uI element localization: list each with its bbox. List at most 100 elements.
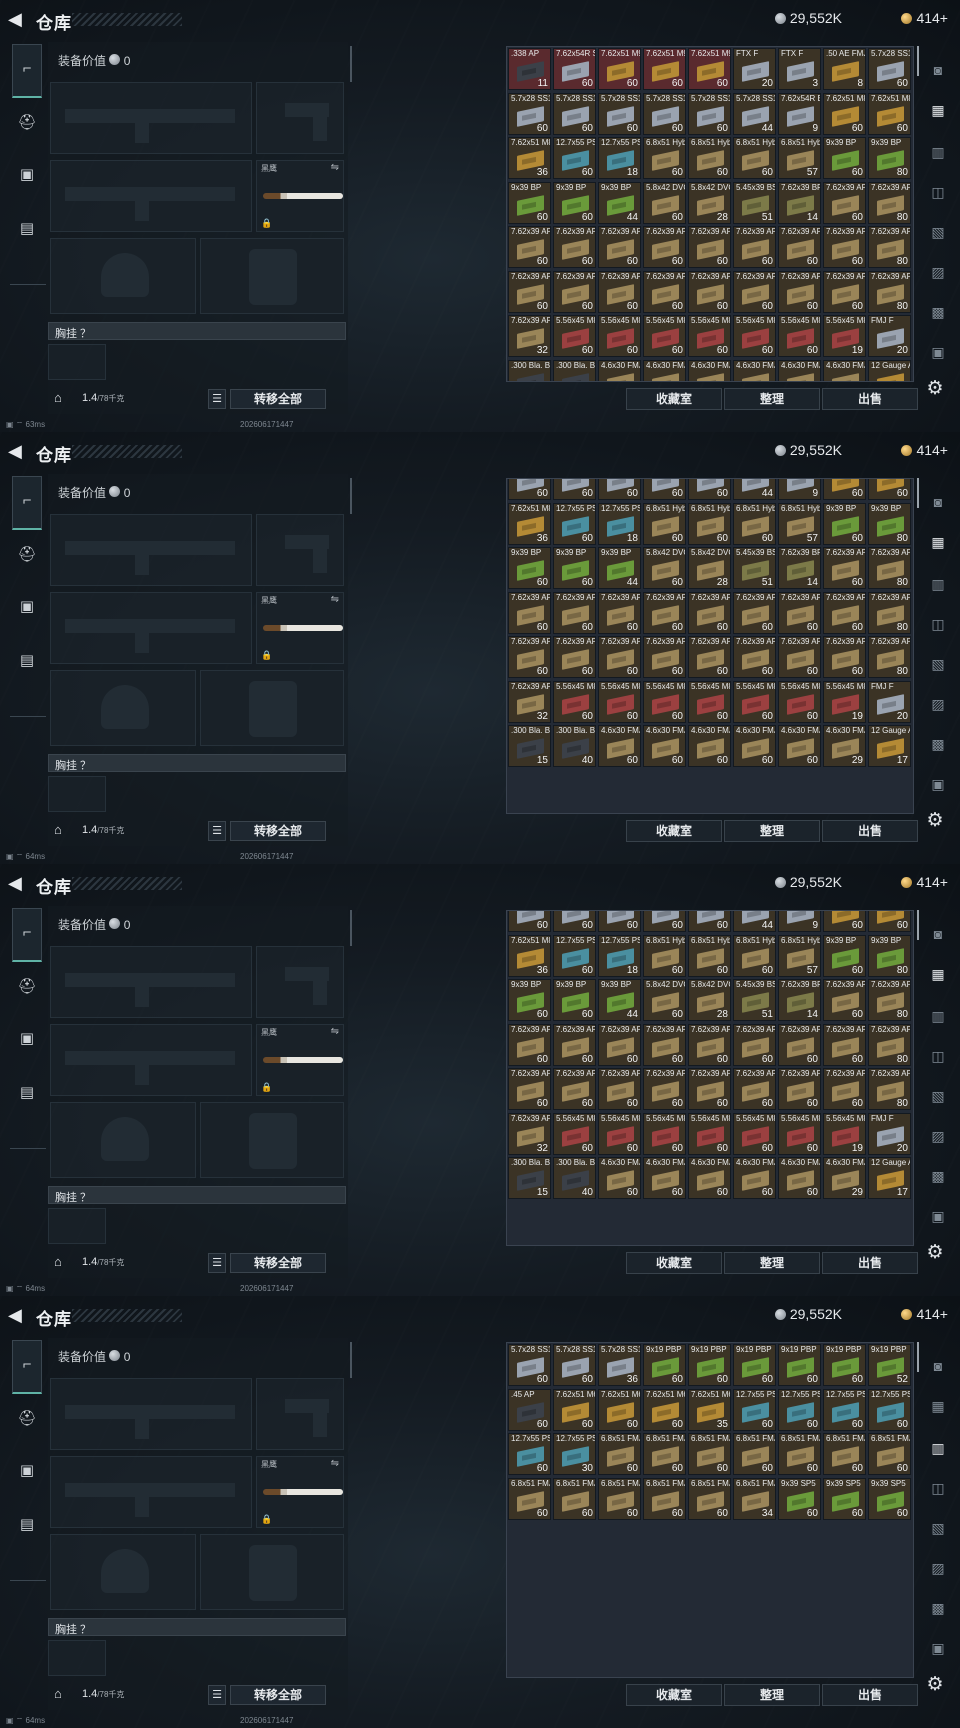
ammo-tile[interactable]: 7.62x39 AP 60 xyxy=(688,1068,731,1110)
ammo-tile[interactable]: 4.6x30 FMJ SX 60 xyxy=(643,1157,686,1199)
ammo-tile[interactable]: 6.8x51 Hybrid 60 xyxy=(643,934,686,977)
ammo-tile[interactable]: 7.62x39 AP 60 xyxy=(598,591,641,634)
ammo-tile[interactable]: 7.62x39 AP 32 xyxy=(508,680,551,723)
ammo-tile[interactable]: 7.62x39 AP 60 xyxy=(508,1023,551,1066)
ammo-tile[interactable]: .338 AP 11 xyxy=(508,48,551,90)
ammo-tile[interactable]: FMJ F 20 xyxy=(868,315,911,357)
ammo-tile[interactable]: 7.62x39 AP 60 xyxy=(823,181,866,224)
sell-button[interactable]: 出售 xyxy=(822,820,918,842)
ammo-tile[interactable]: 6.8x51 Hybrid 57 xyxy=(778,502,821,545)
ammo-tile[interactable]: 5.7x28 SS19060 xyxy=(598,911,641,932)
knife-item[interactable] xyxy=(263,1057,343,1063)
ammo-tile[interactable]: 5.7x28 SS19060 xyxy=(553,479,596,500)
helmet-icon[interactable]: ⛑ xyxy=(14,110,40,136)
ammo-tile[interactable]: 6.8x51 Hybrid 57 xyxy=(778,934,821,977)
medical-icon[interactable]: ▩ xyxy=(924,1594,952,1622)
ammo-tile[interactable]: 7.62x39 AP 60 xyxy=(778,270,821,313)
ammo-tile[interactable]: 7.62x39 AP 60 xyxy=(733,1068,776,1110)
tool-icon[interactable]: ▧ xyxy=(924,650,952,678)
ammo-tile[interactable]: 4.6x30 FMJ SX 29 xyxy=(823,725,866,767)
ammo-tile[interactable]: 5.7x28 SS19060 xyxy=(688,911,731,932)
organize-button[interactable]: 整理 xyxy=(724,388,820,410)
ammo-tile[interactable]: 5.56x45 M855 60 xyxy=(688,1112,731,1155)
ammo-tile[interactable]: 4.6x30 FMJ SX 60 xyxy=(733,1157,776,1199)
ammo-tile[interactable]: .300 Bla. BCP FMJ40 xyxy=(553,1157,596,1199)
ammo-tile[interactable]: 12.7x55 PS12B 18 xyxy=(598,934,641,977)
ammo-tile[interactable]: 7.62x51 M80 36 xyxy=(508,137,551,179)
ammo-tile[interactable]: 6.8x51 Hybrid 60 xyxy=(643,137,686,179)
ammo-tile[interactable]: 5.56x45 M855 60 xyxy=(643,680,686,723)
secondary-weapon-slot[interactable] xyxy=(50,1456,252,1528)
ammo-tile[interactable]: 9x19 PBP 60 xyxy=(778,1344,821,1386)
ammo-tile[interactable]: 7.62x39 AP 60 xyxy=(643,1023,686,1066)
collection-button[interactable]: 收藏室 xyxy=(626,820,722,842)
ammo-tile[interactable]: 12.7x55 PS12B 18 xyxy=(598,502,641,545)
ammo-tile[interactable]: 6.8x51 FMJ 60 xyxy=(553,1477,596,1520)
sell-button[interactable]: 出售 xyxy=(822,1684,918,1706)
grenade-icon[interactable]: ▥ xyxy=(924,1002,952,1030)
ammo-tile[interactable]: 5.45x39 BS 51 xyxy=(733,547,776,589)
ammo-tile[interactable]: 6.8x51 Hybrid 60 xyxy=(643,502,686,545)
backpack-icon[interactable]: ▣ xyxy=(14,594,40,620)
ammo-tile[interactable]: .50 AE FMJ 8 xyxy=(823,48,866,90)
pistol-icon[interactable]: ⌐ xyxy=(14,920,40,946)
ammo-tile[interactable]: 7.62x39 AP 60 xyxy=(823,636,866,678)
ammo-tile[interactable]: 9x19 PBP 60 xyxy=(688,1344,731,1386)
ammo-tile[interactable]: 7.62x39 AP 60 xyxy=(823,547,866,589)
ammo-tile[interactable]: 9x39 BP 60 xyxy=(823,137,866,179)
list-view-button[interactable]: ☰ xyxy=(208,1253,226,1273)
safe-icon[interactable]: ◙ xyxy=(924,56,952,84)
ammo-tile[interactable]: 7.62x39 AP 80 xyxy=(868,591,911,634)
secondary-weapon-slot[interactable] xyxy=(50,160,252,232)
ammo-tile[interactable]: 4.6x30 FMJ SX 60 xyxy=(778,725,821,767)
ammo-tile[interactable]: 7.62x39 AP 60 xyxy=(733,226,776,268)
ammo-tile[interactable]: 7.62x51 M61 35 xyxy=(688,1388,731,1431)
ammo-tile[interactable]: .300 Bla. BCP FMJ40 xyxy=(553,725,596,767)
storage-scrollbar[interactable] xyxy=(917,46,919,76)
ammo-tile[interactable]: 7.62x39 AP 60 xyxy=(643,1068,686,1110)
weapon-mod-icon[interactable]: ◫ xyxy=(924,1042,952,1070)
magazine-icon[interactable]: ▨ xyxy=(924,258,952,286)
ammo-tile[interactable]: 9x19 PBP 60 xyxy=(643,1344,686,1386)
ammo-tile[interactable]: 7.62x54R BT 9 xyxy=(778,92,821,135)
secondary-weapon-slot[interactable] xyxy=(50,1024,252,1096)
primary-weapon-slot[interactable] xyxy=(50,1378,252,1450)
ammo-tile[interactable]: 5.56x45 M855 60 xyxy=(688,680,731,723)
ammo-tile[interactable]: 6.8x51 FMJ 60 xyxy=(508,1477,551,1520)
ammo-tile[interactable]: 7.62x51 M8060 xyxy=(823,911,866,932)
briefcase-icon[interactable]: ▤ xyxy=(14,1512,40,1538)
knife-item[interactable] xyxy=(263,193,343,199)
chest-rig-slot[interactable] xyxy=(48,776,106,812)
ammo-tile[interactable]: 7.62x39 AP 60 xyxy=(823,226,866,268)
ammo-tile[interactable]: FMJ F 20 xyxy=(868,1112,911,1155)
ammo-tile[interactable]: 5.56x45 M855 60 xyxy=(778,1112,821,1155)
ammo-tile[interactable]: 7.62x39 AP 60 xyxy=(733,636,776,678)
list-view-button[interactable]: ☰ xyxy=(208,821,226,841)
ammo-tile[interactable]: 6.8x51 FMJ 60 xyxy=(643,1477,686,1520)
ammo-tile[interactable]: 7.62x51 M993 60 xyxy=(643,48,686,90)
ammo-tile[interactable]: 5.7x28 SS19060 xyxy=(868,48,911,90)
ammo-tile[interactable]: .300 Bla. BCP FMJ40 xyxy=(553,359,596,381)
knife-item[interactable] xyxy=(263,625,343,631)
ammo-tile[interactable]: 7.62x39 AP 60 xyxy=(778,591,821,634)
ammo-tile[interactable]: 12 Gauge AP-20 17 xyxy=(868,725,911,767)
ammo-tile[interactable]: 5.7x28 SS19060 xyxy=(598,479,641,500)
chest-rig-slot[interactable] xyxy=(48,1640,106,1676)
ammo-tile[interactable]: 5.56x45 M855 19 xyxy=(823,1112,866,1155)
backpack-icon[interactable]: ▣ xyxy=(14,1026,40,1052)
ammo-tile[interactable]: FMJ F 20 xyxy=(868,680,911,723)
pistol-slot[interactable] xyxy=(256,82,344,154)
scope-icon[interactable]: ▣ xyxy=(924,338,952,366)
transfer-all-button[interactable]: 转移全部 xyxy=(230,1685,326,1705)
ammo-tile[interactable]: 5.7x28 SS19060 xyxy=(643,479,686,500)
ammo-tile[interactable]: 6.8x51 FMJ 60 xyxy=(733,1433,776,1475)
ammo-tile[interactable]: 9x39 BP 80 xyxy=(868,934,911,977)
ammo-tile[interactable]: 6.8x51 Hybrid 60 xyxy=(688,502,731,545)
back-arrow-icon[interactable]: ◀ xyxy=(8,8,30,30)
ammo-tile[interactable]: 7.62x54R SNB 60 xyxy=(553,48,596,90)
ammo-tile[interactable]: 5.56x45 M855 19 xyxy=(823,680,866,723)
ammo-tile[interactable]: 7.62x39 AP 80 xyxy=(868,1068,911,1110)
ammo-tile[interactable]: 7.62x39 AP 60 xyxy=(688,591,731,634)
primary-weapon-slot[interactable] xyxy=(50,514,252,586)
ammo-tile[interactable]: 6.8x51 Hybrid 60 xyxy=(733,137,776,179)
